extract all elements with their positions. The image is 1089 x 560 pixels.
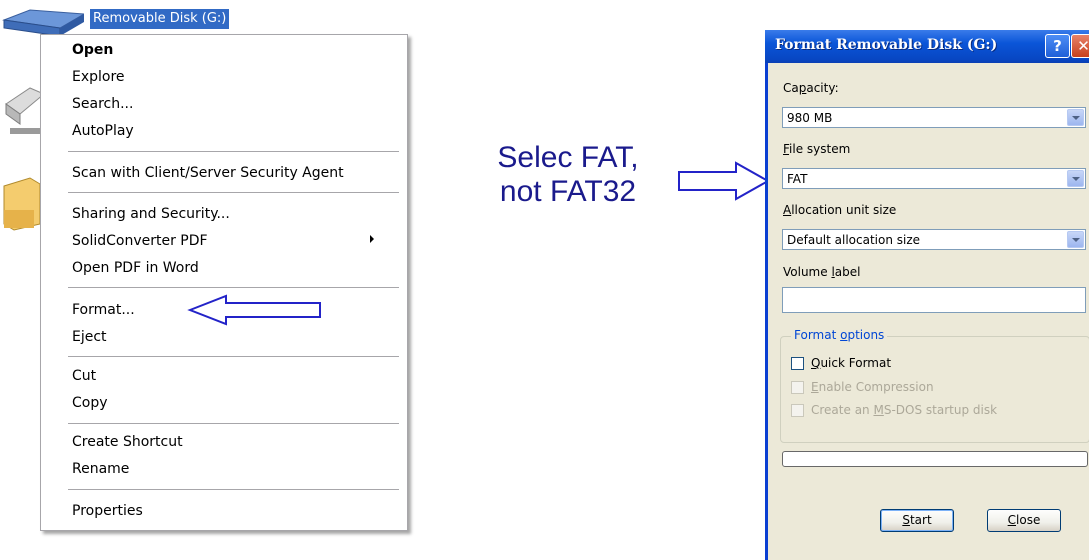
menu-item-solidconverter[interactable]: SolidConverter PDF [72, 230, 392, 252]
menu-item-cut[interactable]: Cut [72, 365, 96, 387]
allocation-label: Allocation unit size [783, 203, 897, 217]
start-button[interactable]: Start [880, 509, 954, 532]
menu-item-label: SolidConverter PDF [72, 233, 208, 249]
capacity-value: 980 MB [787, 111, 833, 125]
annotation-text-line1: Selec FAT, [497, 141, 639, 174]
menu-item-scan[interactable]: Scan with Client/Server Security Agent [72, 162, 344, 184]
format-progress-bar [782, 451, 1088, 467]
menu-separator [68, 423, 399, 424]
menu-item-copy[interactable]: Copy [72, 392, 108, 414]
menu-separator [68, 489, 399, 490]
enable-compression-checkbox [791, 381, 804, 394]
capacity-label: Capacity: [783, 81, 839, 95]
menu-item-autoplay[interactable]: AutoPlay [72, 120, 134, 142]
filesystem-pointer-arrow-icon [678, 161, 771, 201]
allocation-select[interactable]: Default allocation size [782, 229, 1086, 250]
enable-compression-label: Enable Compression [811, 380, 934, 394]
menu-item-search[interactable]: Search... [72, 93, 133, 115]
menu-item-open-pdf-word[interactable]: Open PDF in Word [72, 257, 199, 279]
menu-separator [68, 151, 399, 152]
file-system-value: FAT [787, 172, 808, 186]
menu-item-open[interactable]: Open [72, 39, 113, 61]
user-folder-icon[interactable] [0, 172, 44, 234]
menu-item-properties[interactable]: Properties [72, 500, 143, 522]
menu-separator [68, 287, 399, 288]
close-icon[interactable]: ✕ [1071, 34, 1089, 58]
volume-label-input[interactable] [782, 287, 1086, 313]
quick-format-checkbox[interactable] [791, 357, 804, 370]
volume-label-label: Volume label [783, 265, 861, 279]
allocation-value: Default allocation size [787, 233, 921, 247]
dialog-titlebar[interactable]: Format Removable Disk (G:) ? ✕ [765, 30, 1089, 63]
context-menu: Open Explore Search... AutoPlay Scan wit… [40, 34, 408, 531]
chevron-down-icon[interactable] [1067, 231, 1084, 248]
msdos-startup-label: Create an MS-DOS startup disk [811, 403, 998, 417]
drive-icon[interactable] [0, 84, 44, 140]
format-pointer-arrow-icon [187, 294, 321, 326]
drive-label[interactable]: Removable Disk (G:) [90, 9, 230, 29]
file-system-select[interactable]: FAT [782, 168, 1086, 189]
menu-separator [68, 192, 399, 193]
menu-item-eject[interactable]: Eject [72, 326, 107, 348]
menu-item-create-shortcut[interactable]: Create Shortcut [72, 431, 183, 453]
format-options-title: Format options [791, 328, 888, 342]
quick-format-label[interactable]: Quick Format [811, 356, 891, 370]
close-button[interactable]: Close [987, 509, 1061, 532]
menu-separator [68, 356, 399, 357]
chevron-down-icon[interactable] [1067, 109, 1084, 126]
capacity-select[interactable]: 980 MB [782, 107, 1086, 128]
file-system-label: File system [783, 142, 851, 156]
dialog-title: Format Removable Disk (G:) [775, 37, 998, 53]
menu-item-format[interactable]: Format... [72, 299, 135, 321]
menu-item-rename[interactable]: Rename [72, 458, 129, 480]
annotation-text-line2: not FAT32 [499, 175, 637, 208]
help-button[interactable]: ? [1045, 34, 1070, 58]
submenu-arrow-icon [370, 235, 374, 243]
chevron-down-icon[interactable] [1067, 170, 1084, 187]
msdos-startup-checkbox [791, 404, 804, 417]
menu-item-explore[interactable]: Explore [72, 66, 125, 88]
menu-item-sharing-security[interactable]: Sharing and Security... [72, 203, 230, 225]
